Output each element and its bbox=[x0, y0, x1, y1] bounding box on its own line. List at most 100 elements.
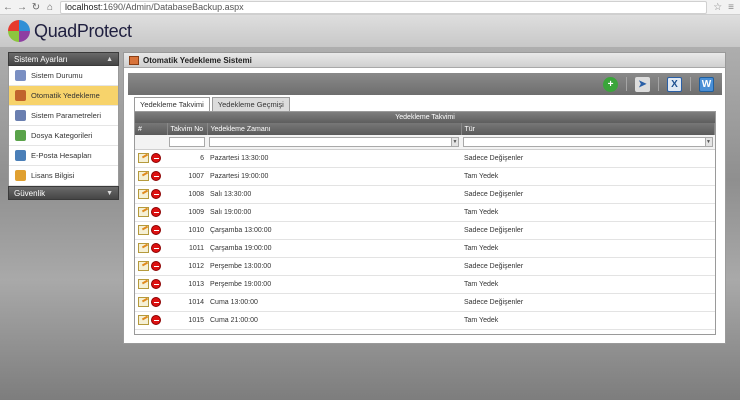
row-actions-cell bbox=[135, 311, 167, 330]
table-row[interactable]: 1010 Çarşamba 13:00:00 Sadece Değişenler bbox=[135, 221, 715, 240]
reload-icon[interactable]: ↻ bbox=[30, 1, 42, 13]
schedule-no-cell: 1008 bbox=[167, 185, 207, 204]
menu-icon[interactable]: ≡ bbox=[728, 2, 734, 13]
delete-icon[interactable] bbox=[151, 207, 161, 217]
delete-icon[interactable] bbox=[151, 171, 161, 181]
delete-icon[interactable] bbox=[151, 225, 161, 235]
column-header-schedule-no[interactable]: Takvim No bbox=[167, 123, 208, 135]
home-icon[interactable]: ⌂ bbox=[44, 1, 56, 13]
status-chart-icon bbox=[15, 70, 26, 81]
table-row[interactable]: 1013 Perşembe 19:00:00 Tam Yedek bbox=[135, 275, 715, 294]
schedule-no-cell: 1010 bbox=[167, 221, 207, 240]
sidebar-item-label: Otomatik Yedekleme bbox=[31, 91, 100, 100]
sidebar-item-e-posta-hesaplar-[interactable]: E-Posta Hesapları bbox=[9, 146, 118, 166]
delete-icon[interactable] bbox=[151, 297, 161, 307]
delete-icon[interactable] bbox=[151, 315, 161, 325]
type-cell: Sadece Değişenler bbox=[461, 221, 715, 240]
column-header-hash[interactable]: # bbox=[135, 123, 168, 135]
quadprotect-logo-icon bbox=[8, 20, 30, 42]
backup-time-cell: Çarşamba 19:00:00 bbox=[207, 239, 461, 258]
forward-arrow-icon[interactable]: → bbox=[16, 1, 28, 13]
url-path: :1690/Admin/DatabaseBackup.aspx bbox=[100, 2, 244, 12]
type-cell: Tam Yedek bbox=[461, 239, 715, 258]
sidebar-section-security[interactable]: Güvenlik ▼ bbox=[8, 186, 119, 200]
type-cell: Tam Yedek bbox=[461, 167, 715, 186]
edit-icon[interactable] bbox=[138, 153, 149, 163]
tab-strip: Yedekleme Takvimi Yedekleme Geçmişi bbox=[134, 97, 290, 111]
edit-icon[interactable] bbox=[138, 225, 149, 235]
delete-icon[interactable] bbox=[151, 279, 161, 289]
backup-time-filter-input[interactable]: ▼ bbox=[209, 136, 459, 147]
table-row[interactable]: 1007 Pazartesi 19:00:00 Tam Yedek bbox=[135, 167, 715, 186]
bookmark-star-icon[interactable]: ☆ bbox=[713, 2, 722, 13]
email-accounts-icon bbox=[15, 150, 26, 161]
license-icon bbox=[15, 170, 26, 181]
delete-icon[interactable] bbox=[151, 153, 161, 163]
edit-icon[interactable] bbox=[138, 261, 149, 271]
parameters-gear-icon bbox=[15, 110, 26, 121]
table-row[interactable]: 1015 Cuma 21:00:00 Tam Yedek bbox=[135, 311, 715, 330]
word-export-icon[interactable]: W bbox=[699, 76, 714, 92]
edit-icon[interactable] bbox=[138, 189, 149, 199]
edit-icon[interactable] bbox=[138, 279, 149, 289]
backup-icon bbox=[129, 55, 139, 65]
edit-icon[interactable] bbox=[138, 297, 149, 307]
table-row[interactable]: 6 Pazartesi 13:30:00 Sadece Değişenler bbox=[135, 149, 715, 168]
backup-time-cell: Salı 13:30:00 bbox=[207, 185, 461, 204]
sidebar-item-lisans-bilgisi[interactable]: Lisans Bilgisi bbox=[9, 166, 118, 186]
grid-caption: Yedekleme Takvimi bbox=[135, 112, 715, 123]
column-header-backup-time[interactable]: Yedekleme Zamanı bbox=[207, 123, 462, 135]
add-plus-icon[interactable]: + bbox=[603, 76, 618, 92]
schedule-no-cell: 1014 bbox=[167, 293, 207, 312]
tab-backup-schedule[interactable]: Yedekleme Takvimi bbox=[134, 97, 210, 111]
schedule-grid: Yedekleme Takvimi # Takvim No Yedekleme … bbox=[134, 111, 716, 335]
dropdown-arrow-icon[interactable]: ▼ bbox=[704, 137, 712, 146]
tab-backup-history[interactable]: Yedekleme Geçmişi bbox=[211, 97, 290, 111]
table-row[interactable]: 1011 Çarşamba 19:00:00 Tam Yedek bbox=[135, 239, 715, 258]
excel-export-icon[interactable]: X bbox=[667, 76, 682, 92]
edit-icon[interactable] bbox=[138, 207, 149, 217]
filter-row: ▼ ▼ bbox=[135, 135, 715, 150]
sidebar-item-dosya-kategorileri[interactable]: Dosya Kategorileri bbox=[9, 126, 118, 146]
sidebar-list: Sistem Durumu Otomatik Yedekleme Sistem Pa… bbox=[8, 66, 119, 186]
column-header-type[interactable]: Tür bbox=[461, 123, 715, 135]
edit-icon[interactable] bbox=[138, 243, 149, 253]
sidebar-item-otomatik-yedekleme[interactable]: Otomatik Yedekleme bbox=[9, 86, 118, 106]
schedule-no-filter-input[interactable] bbox=[169, 136, 205, 147]
delete-icon[interactable] bbox=[151, 243, 161, 253]
sidebar-item-label: Dosya Kategorileri bbox=[31, 131, 93, 140]
chevron-up-icon: ▲ bbox=[106, 55, 113, 63]
url-host: localhost bbox=[65, 2, 101, 12]
type-cell: Tam Yedek bbox=[461, 275, 715, 294]
row-actions-cell bbox=[135, 167, 167, 186]
table-row[interactable]: 1012 Perşembe 13:00:00 Sadece Değişenler bbox=[135, 257, 715, 276]
send-icon[interactable]: ➤ bbox=[635, 76, 650, 92]
type-filter-input[interactable]: ▼ bbox=[463, 136, 713, 147]
schedule-no-cell: 1015 bbox=[167, 311, 207, 330]
edit-icon[interactable] bbox=[138, 315, 149, 325]
schedule-no-cell: 1011 bbox=[167, 239, 207, 258]
schedule-no-cell: 1009 bbox=[167, 203, 207, 222]
app-logo[interactable]: QuadProtect bbox=[8, 20, 132, 42]
sidebar-item-sistem-parametreleri[interactable]: Sistem Parametreleri bbox=[9, 106, 118, 126]
sidebar-section-system-settings[interactable]: Sistem Ayarları ▲ bbox=[8, 52, 119, 66]
backup-time-cell: Perşembe 19:00:00 bbox=[207, 275, 461, 294]
table-row[interactable]: 1008 Salı 13:30:00 Sadece Değişenler bbox=[135, 185, 715, 204]
panel-title: Otomatik Yedekleme Sistemi bbox=[143, 55, 252, 65]
edit-icon[interactable] bbox=[138, 171, 149, 181]
row-actions-cell bbox=[135, 185, 167, 204]
sidebar-item-sistem-durumu[interactable]: Sistem Durumu bbox=[9, 66, 118, 86]
delete-icon[interactable] bbox=[151, 189, 161, 199]
dropdown-arrow-icon[interactable]: ▼ bbox=[451, 137, 458, 146]
backup-time-cell: Cuma 13:00:00 bbox=[207, 293, 461, 312]
type-cell: Tam Yedek bbox=[461, 311, 715, 330]
delete-icon[interactable] bbox=[151, 261, 161, 271]
row-actions-cell bbox=[135, 203, 167, 222]
table-row[interactable]: 1014 Cuma 13:00:00 Sadece Değişenler bbox=[135, 293, 715, 312]
address-bar[interactable]: localhost:1690/Admin/DatabaseBackup.aspx bbox=[60, 0, 708, 14]
sidebar-section-title: Güvenlik bbox=[14, 188, 46, 198]
table-row[interactable]: 1009 Salı 19:00:00 Tam Yedek bbox=[135, 203, 715, 222]
sidebar-item-label: Sistem Durumu bbox=[31, 71, 83, 80]
back-arrow-icon[interactable]: ← bbox=[2, 1, 14, 13]
row-actions-cell bbox=[135, 221, 167, 240]
